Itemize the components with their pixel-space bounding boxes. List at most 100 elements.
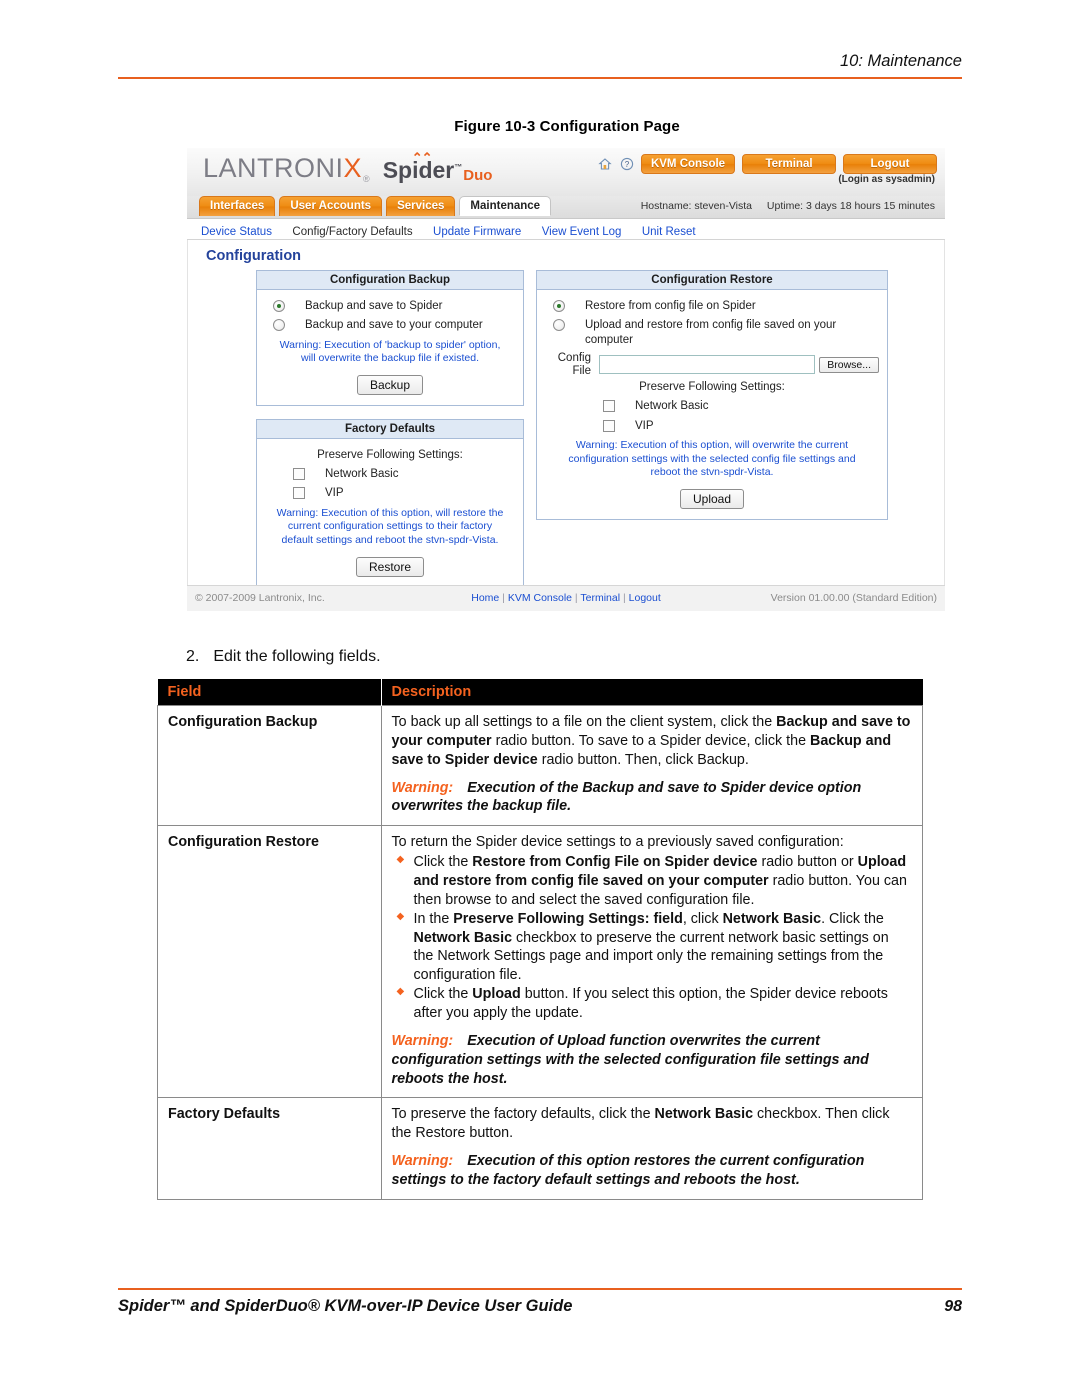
- restore-preserve-label: Preserve Following Settings:: [639, 381, 785, 394]
- factory-defaults-warning: Warning: Execution of this option, will …: [267, 507, 513, 548]
- list-item: In the Preserve Following Settings: fiel…: [397, 910, 913, 985]
- subnav-device-status[interactable]: Device Status: [201, 226, 272, 238]
- list-item: Click the Upload button. If you select t…: [397, 985, 913, 1023]
- step-text: Edit the following fields.: [213, 648, 381, 665]
- tab-services[interactable]: Services: [386, 196, 456, 216]
- row-field-configuration-restore: Configuration Restore: [157, 825, 382, 1099]
- checkbox-factory-network-basic[interactable]: [293, 468, 305, 481]
- subnav-view-event-log[interactable]: View Event Log: [542, 226, 622, 238]
- restore-network-basic-label: Network Basic: [635, 400, 709, 413]
- factory-vip-option[interactable]: VIP: [265, 486, 515, 500]
- row-description-configuration-restore: To return the Spider device settings to …: [380, 825, 923, 1099]
- panels-container: Configuration Backup Backup and save to …: [256, 270, 944, 601]
- warning-label: Warning:: [391, 1153, 454, 1170]
- restore-warning-note: Warning: Execution of Upload function ove…: [391, 1032, 869, 1087]
- step-number: 2.: [186, 648, 200, 665]
- checkbox-factory-vip[interactable]: [293, 487, 305, 500]
- footer-link-kvm-console[interactable]: KVM Console: [508, 592, 572, 604]
- subnav-update-firmware[interactable]: Update Firmware: [433, 226, 521, 238]
- terminal-button[interactable]: Terminal: [742, 154, 836, 174]
- duo-wordmark: Duo: [463, 167, 493, 184]
- backup-warning-line-2: will overwrite the backup file if existe…: [301, 352, 479, 365]
- subnav-unit-reset[interactable]: Unit Reset: [642, 226, 696, 238]
- footer-link-terminal[interactable]: Terminal: [580, 592, 620, 604]
- subnav-config-factory-defaults[interactable]: Config/Factory Defaults: [292, 226, 412, 238]
- restore-description-paragraph: To return the Spider device settings to …: [391, 834, 844, 851]
- radio-backup-to-computer[interactable]: [273, 319, 285, 332]
- configuration-restore-warning: Warning: Execution of this option, will …: [547, 439, 877, 480]
- tab-interfaces[interactable]: Interfaces: [199, 196, 276, 216]
- browse-button[interactable]: Browse...: [819, 356, 879, 373]
- right-column: Configuration Restore Restore from confi…: [536, 270, 888, 533]
- configuration-backup-warning: Warning: Execution of 'backup to spider'…: [267, 339, 513, 366]
- table-header-row: Field Description: [157, 679, 923, 706]
- checkbox-restore-network-basic[interactable]: [603, 400, 615, 413]
- factory-network-basic-option[interactable]: Network Basic: [265, 467, 515, 481]
- step-2: 2. Edit the following fields.: [186, 648, 381, 666]
- table-row: Factory Defaults To preserve the factory…: [157, 1097, 923, 1200]
- primary-tab-strip: Interfaces User Accounts Services Mainte…: [187, 196, 945, 219]
- hostname-label: Hostname: steven-Vista: [640, 200, 752, 212]
- device-status-info: Hostname: steven-Vista Uptime: 3 days 18…: [629, 200, 935, 212]
- field-description-table: Field Description Configuration Backup T…: [157, 679, 923, 1200]
- list-item: Click the Restore from Config File on Sp…: [397, 853, 913, 910]
- column-header-field: Field: [157, 679, 382, 706]
- tab-maintenance[interactable]: Maintenance: [459, 196, 552, 216]
- factory-vip-label: VIP: [325, 487, 344, 500]
- config-file-input[interactable]: [599, 355, 816, 375]
- backup-to-spider-option[interactable]: Backup and save to Spider: [265, 299, 515, 313]
- configuration-backup-heading: Configuration Backup: [257, 271, 523, 290]
- radio-backup-to-spider[interactable]: [273, 300, 285, 312]
- footer-link-logout[interactable]: Logout: [629, 592, 661, 604]
- restore-vip-option[interactable]: VIP: [545, 419, 879, 433]
- row-description-factory-defaults: To preserve the factory defaults, click …: [380, 1097, 923, 1200]
- footer-link-home[interactable]: Home: [471, 592, 499, 604]
- configuration-restore-panel: Configuration Restore Restore from confi…: [536, 270, 888, 521]
- radio-upload-and-restore[interactable]: [553, 319, 565, 332]
- device-header-actions: ? KVM Console Terminal Logout: [597, 154, 937, 174]
- page-running-head: 10: Maintenance: [118, 52, 962, 79]
- configuration-restore-heading: Configuration Restore: [537, 271, 887, 290]
- restore-network-basic-option[interactable]: Network Basic: [545, 399, 879, 413]
- backup-warning-note: Warning: Execution of the Backup and save…: [391, 779, 862, 815]
- factory-preserve-label: Preserve Following Settings:: [317, 449, 463, 462]
- trademark-mark: ™: [454, 162, 463, 172]
- figure-caption: Figure 10-3 Configuration Page: [454, 118, 680, 135]
- radio-restore-from-spider[interactable]: [553, 300, 565, 312]
- home-icon[interactable]: [597, 157, 612, 172]
- svg-text:?: ?: [624, 160, 629, 169]
- checkbox-restore-vip[interactable]: [603, 419, 615, 432]
- uptime-label: Uptime: 3 days 18 hours 15 minutes: [766, 200, 935, 212]
- warning-label: Warning:: [391, 779, 454, 796]
- factory-warning-note: Warning: Execution of this option restore…: [391, 1153, 865, 1189]
- tab-user-accounts[interactable]: User Accounts: [279, 196, 383, 216]
- registered-mark: ®: [363, 174, 370, 184]
- config-file-label: Config File: [557, 352, 591, 377]
- left-column: Configuration Backup Backup and save to …: [256, 270, 524, 601]
- lantronix-wordmark: LANTRONIX: [203, 153, 363, 183]
- factory-defaults-heading: Factory Defaults: [257, 420, 523, 440]
- kvm-console-button[interactable]: KVM Console: [641, 154, 735, 174]
- config-file-row: Config File Browse...: [545, 352, 879, 377]
- factory-warning-line-1: Warning: Execution of this option, will …: [276, 506, 504, 519]
- upload-button[interactable]: Upload: [679, 489, 745, 510]
- backup-warning-line-1: Warning: Execution of 'backup to spider'…: [279, 338, 501, 351]
- factory-defaults-panel: Factory Defaults Preserve Following Sett…: [256, 419, 524, 588]
- spider-wordmark: ⌃⌃ Spider™: [382, 150, 463, 183]
- backup-to-computer-option[interactable]: Backup and save to your computer: [265, 318, 515, 332]
- backup-to-spider-label: Backup and save to Spider: [305, 300, 443, 312]
- help-icon[interactable]: ?: [619, 157, 634, 172]
- restore-from-spider-label: Restore from config file on Spider: [585, 300, 756, 312]
- configuration-page-screenshot: LANTRONIX ® ⌃⌃ Spider™ Duo ? KVM Console…: [187, 148, 945, 625]
- backup-button[interactable]: Backup: [356, 375, 424, 396]
- upload-and-restore-option[interactable]: Upload and restore from config file save…: [545, 318, 879, 347]
- device-header-band: LANTRONIX ® ⌃⌃ Spider™ Duo ? KVM Console…: [187, 148, 945, 196]
- restore-from-spider-option[interactable]: Restore from config file on Spider: [545, 299, 879, 313]
- warning-label: Warning:: [391, 1032, 454, 1049]
- restore-warning-line-3: reboot the stvn-spdr-Vista.: [650, 466, 774, 479]
- restore-button[interactable]: Restore: [355, 556, 425, 577]
- logout-button[interactable]: Logout: [843, 154, 937, 174]
- version-text: Version 01.00.00 (Standard Edition): [770, 592, 937, 604]
- backup-to-computer-label: Backup and save to your computer: [305, 319, 483, 332]
- restore-warning-line-1: Warning: Execution of this option, will …: [575, 439, 849, 452]
